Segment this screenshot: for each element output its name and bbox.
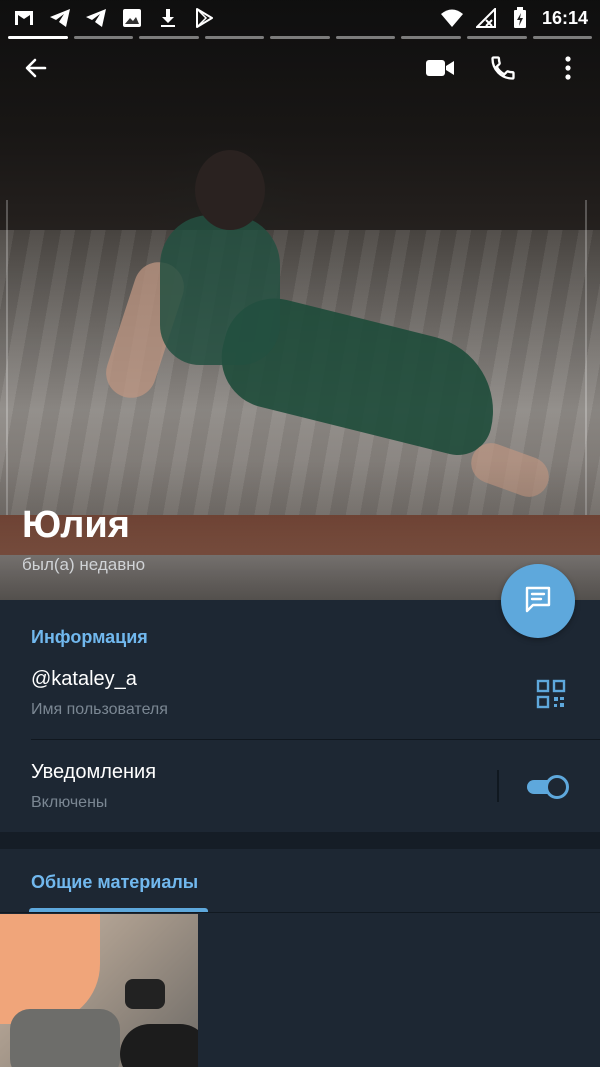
progress-segment (139, 36, 199, 39)
thumbnail-figure-pants (10, 1009, 120, 1067)
clock: 16:14 (541, 7, 588, 28)
progress-segment (335, 36, 396, 39)
section-gap (0, 832, 600, 849)
profile-name: Юлия (22, 504, 130, 546)
username-value[interactable]: @kataley_a (31, 668, 137, 691)
no-signal-icon (474, 6, 498, 30)
play-store-icon (192, 6, 216, 30)
progress-segment (73, 36, 134, 39)
video-call-icon (425, 57, 455, 84)
progress-segment (401, 36, 461, 39)
back-button[interactable] (14, 48, 58, 92)
tab-divider (0, 912, 600, 913)
telegram-icon (48, 6, 72, 30)
vertical-separator (497, 770, 499, 802)
thumbnail-figure-shirt (0, 914, 100, 1024)
gmail-icon (12, 6, 36, 30)
profile-last-seen: был(а) недавно (22, 555, 146, 574)
wifi-icon (440, 6, 464, 30)
video-call-button[interactable] (418, 48, 462, 92)
notifications-toggle[interactable] (527, 773, 573, 801)
more-options-button[interactable] (546, 48, 590, 92)
app-bar (0, 44, 600, 96)
download-icon (156, 6, 180, 30)
notification-icons (12, 6, 216, 30)
media-thumbnail[interactable] (0, 914, 198, 1067)
notifications-title[interactable]: Уведомления (31, 761, 156, 784)
call-button[interactable] (481, 48, 525, 92)
toggle-knob (545, 775, 569, 799)
notifications-status: Включены (31, 794, 108, 811)
send-message-button[interactable] (501, 564, 575, 638)
phone-icon (489, 54, 517, 87)
thumbnail-dog (120, 1024, 198, 1067)
qr-code-button[interactable] (536, 679, 566, 709)
thumbnail-glove (125, 979, 165, 1009)
progress-segment (466, 36, 527, 39)
photo-figure-head (195, 150, 265, 230)
arrow-left-icon (23, 55, 49, 86)
status-bar: 16:14 (0, 0, 600, 36)
gallery-icon (120, 6, 144, 30)
system-icons: 16:14 (440, 6, 588, 30)
progress-segment (270, 36, 330, 39)
message-icon (522, 583, 554, 620)
divider (31, 739, 600, 740)
battery-icon (508, 6, 532, 30)
photo-progress-bar (8, 36, 593, 40)
photo-figure-body (160, 215, 280, 365)
telegram-icon (84, 6, 108, 30)
qr-code-icon (536, 679, 566, 713)
progress-segment (532, 36, 593, 39)
progress-segment (8, 36, 68, 39)
tab-shared-media[interactable]: Общие материалы (31, 872, 198, 893)
info-section-title: Информация (31, 627, 148, 647)
username-label: Имя пользователя (31, 701, 168, 718)
more-vertical-icon (564, 55, 572, 86)
progress-segment (204, 36, 265, 39)
